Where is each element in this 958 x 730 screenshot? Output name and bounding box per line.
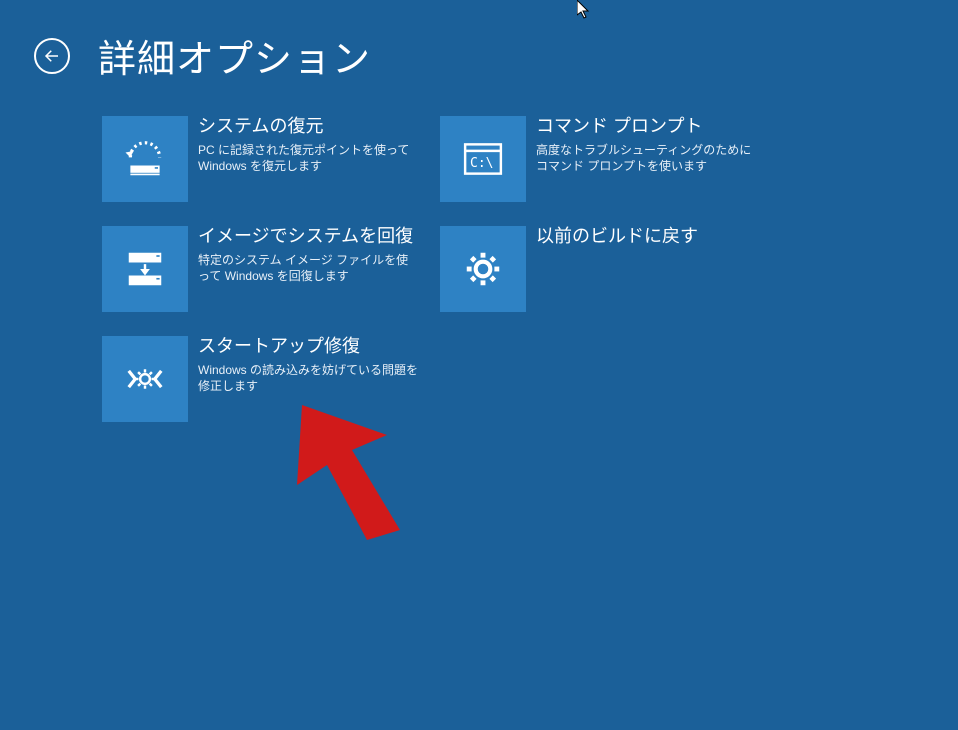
option-title: スタートアップ修復	[198, 336, 418, 358]
option-image-recovery[interactable]: イメージでシステムを回復 特定のシステム イメージ ファイルを使って Windo…	[102, 226, 432, 312]
option-title: 以前のビルドに戻す	[536, 226, 698, 248]
option-command-prompt[interactable]: C:\ コマンド プロンプト 高度なトラブルシューティングのためにコマンド プロ…	[440, 116, 770, 202]
restore-icon	[119, 133, 171, 185]
option-title: システムの復元	[198, 116, 418, 138]
startup-repair-icon	[119, 353, 171, 405]
page-title: 詳細オプション	[98, 28, 371, 83]
option-desc: 高度なトラブルシューティングのためにコマンド プロンプトを使います	[536, 142, 756, 174]
option-desc: PC に記録された復元ポイントを使って Windows を復元します	[198, 142, 418, 174]
tile	[440, 226, 526, 312]
option-system-restore[interactable]: システムの復元 PC に記録された復元ポイントを使って Windows を復元し…	[102, 116, 432, 202]
gear-icon	[457, 243, 509, 295]
tile: C:\	[440, 116, 526, 202]
svg-text:C:\: C:\	[470, 156, 493, 171]
option-text: コマンド プロンプト 高度なトラブルシューティングのためにコマンド プロンプトを…	[536, 116, 756, 174]
tile	[102, 226, 188, 312]
option-title: イメージでシステムを回復	[198, 226, 418, 248]
cmd-icon: C:\	[457, 133, 509, 185]
options-grid: システムの復元 PC に記録された復元ポイントを使って Windows を復元し…	[102, 116, 770, 422]
option-text: スタートアップ修復 Windows の読み込みを妨げている問題を修正します	[198, 336, 418, 394]
option-desc: 特定のシステム イメージ ファイルを使って Windows を回復します	[198, 252, 418, 284]
back-arrow-icon	[43, 47, 61, 65]
mouse-cursor-icon	[577, 0, 591, 20]
option-startup-repair[interactable]: スタートアップ修復 Windows の読み込みを妨げている問題を修正します	[102, 336, 432, 422]
option-text: イメージでシステムを回復 特定のシステム イメージ ファイルを使って Windo…	[198, 226, 418, 284]
option-title: コマンド プロンプト	[536, 116, 756, 138]
option-text: システムの復元 PC に記録された復元ポイントを使って Windows を復元し…	[198, 116, 418, 174]
tile	[102, 336, 188, 422]
image-recover-icon	[119, 243, 171, 295]
option-previous-build[interactable]: 以前のビルドに戻す	[440, 226, 770, 312]
tile	[102, 116, 188, 202]
back-button[interactable]	[34, 38, 70, 74]
option-text: 以前のビルドに戻す	[536, 226, 698, 252]
option-desc: Windows の読み込みを妨げている問題を修正します	[198, 362, 418, 394]
